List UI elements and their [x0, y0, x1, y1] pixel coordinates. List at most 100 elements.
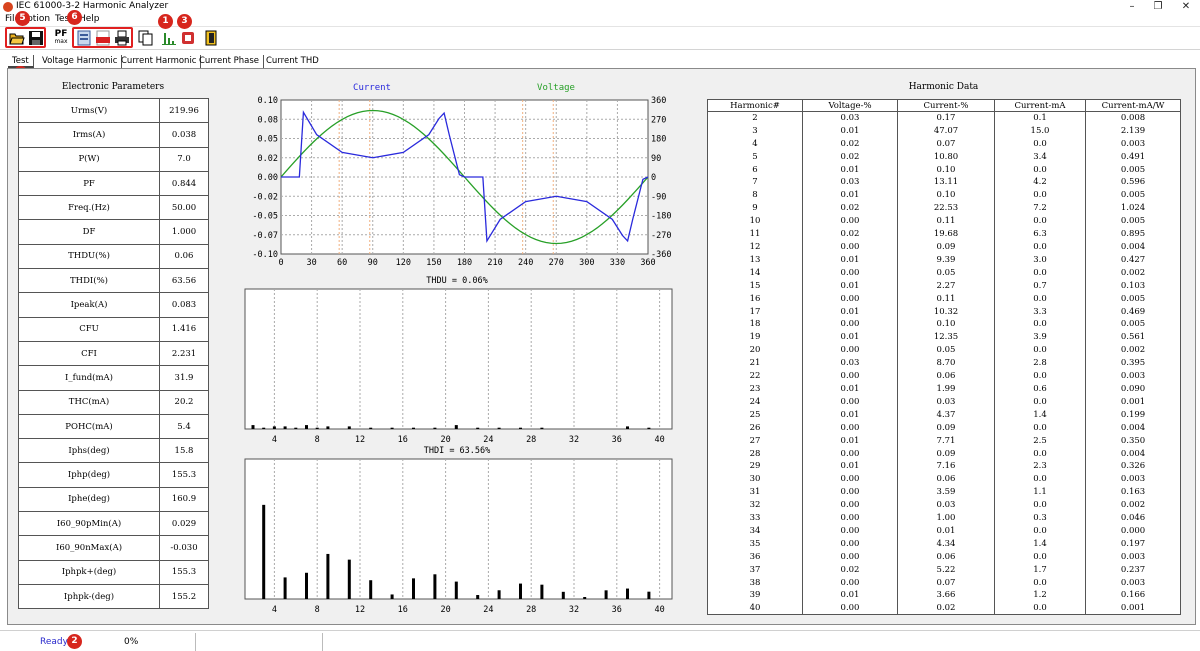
harmonic-cell: 7 — [707, 176, 803, 189]
minimize-button[interactable]: – — [1122, 0, 1142, 13]
harmonic-cell: 2 — [707, 111, 803, 125]
status-text: Ready — [40, 637, 68, 647]
tab-current-phase[interactable]: Current Phase — [195, 55, 265, 68]
harmonic-row: 31 0.00 3.59 1.1 0.163 — [707, 485, 1181, 499]
harmonic-cell: 0.0 — [994, 447, 1086, 460]
harmonic-cell: 0.00 — [802, 485, 898, 499]
params-table: Urms(V) 219.96 Irms(A) 0.038 P(W) 7.0 PF 0.844 F… — [18, 97, 209, 610]
harmonic-cell: 0.02 — [802, 563, 898, 577]
harmonic-cell: 0.004 — [1085, 240, 1181, 254]
stop-test-button[interactable] — [180, 30, 196, 46]
param-row: THC(mA) 20.2 — [18, 389, 209, 415]
harmonic-row: 13 0.01 9.39 3.0 0.427 — [707, 253, 1181, 267]
progress-text: 0% — [124, 637, 139, 647]
harmonic-cell: 0.0 — [994, 318, 1086, 331]
harmonic-cell: 0.197 — [1085, 537, 1181, 551]
harmonic-cell: 0.103 — [1085, 279, 1181, 293]
harmonic-cell: 0.01 — [802, 434, 898, 448]
badge-5: 5 — [15, 11, 30, 26]
harmonic-cell: 0.003 — [1085, 137, 1181, 151]
x-tick-label: 28 — [526, 605, 536, 615]
y-left-tick-label: 0.10 — [258, 96, 278, 106]
harmonic-cell: 0.02 — [802, 150, 898, 164]
harmonic-cell: 2.27 — [897, 279, 995, 293]
start-test-button[interactable] — [161, 30, 177, 46]
copy-button[interactable] — [138, 30, 154, 46]
param-name: THDU(%) — [18, 243, 160, 270]
param-row: POHC(mA) 5.4 — [18, 413, 209, 440]
param-value: 1.416 — [159, 316, 209, 342]
param-value: 0.029 — [159, 511, 209, 537]
exit-button[interactable] — [203, 30, 219, 46]
param-value: 155.2 — [159, 583, 209, 610]
pf-max-button[interactable]: PF max — [52, 30, 70, 46]
harmonic-cell: 0.09 — [897, 240, 995, 254]
harmonic-bar — [251, 425, 255, 429]
maximize-button[interactable]: ❐ — [1148, 0, 1168, 13]
harmonic-bar — [315, 427, 319, 429]
harmonic-bar — [326, 553, 330, 599]
harmonic-cell: 13.11 — [897, 176, 995, 189]
tab-current-thd[interactable]: Current THD — [262, 55, 323, 68]
chart-title: THDU = 0.06% — [426, 276, 487, 286]
harmonic-cell: 0.0 — [994, 343, 1086, 357]
harmonic-cell: 0.00 — [802, 550, 898, 564]
pf-sub-label: max — [54, 38, 68, 45]
param-name: DF — [18, 219, 160, 245]
harmonic-cell: 0.01 — [802, 163, 898, 177]
harmonic-cell: 0.11 — [897, 292, 995, 306]
harmonic-bar — [369, 427, 373, 429]
chart-title: THDI = 63.56% — [424, 446, 491, 456]
app-logo-icon — [3, 2, 13, 12]
harmonic-cell: 0.6 — [994, 382, 1086, 396]
param-value: 20.2 — [159, 389, 209, 415]
param-name: CFI — [18, 340, 160, 367]
harmonic-cell: 0.0 — [994, 292, 1086, 306]
harmonic-bar — [283, 577, 287, 599]
harmonic-bar — [347, 559, 351, 599]
harmonic-cell: 0.07 — [897, 137, 995, 151]
param-row: THDU(%) 0.06 — [18, 243, 209, 270]
harmonic-cell: 0.395 — [1085, 356, 1181, 370]
harmonic-cell: 0.0 — [994, 240, 1086, 254]
harmonic-cell: 0.008 — [1085, 111, 1181, 125]
harmonic-cell: 0.005 — [1085, 292, 1181, 306]
tab-current-harmonic[interactable]: Current Harmonic — [117, 55, 202, 68]
highlight-box-file — [5, 27, 46, 48]
x-tick-label: 150 — [426, 258, 441, 268]
harmonic-cell: 0.06 — [897, 472, 995, 486]
param-row: CFI 2.231 — [18, 340, 209, 367]
harmonic-cell: 0.0 — [994, 498, 1086, 512]
window-title: IEC 61000-3-2 Harmonic Analyzer — [16, 1, 169, 11]
param-value: -0.030 — [159, 535, 209, 561]
harmonic-cell: 0.00 — [802, 601, 898, 616]
param-row: P(W) 7.0 — [18, 146, 209, 172]
harmonic-row: 39 0.01 3.66 1.2 0.166 — [707, 589, 1181, 602]
harmonic-row: 30 0.00 0.06 0.0 0.003 — [707, 472, 1181, 486]
close-button[interactable]: ✕ — [1176, 0, 1196, 13]
harmonic-bar — [272, 426, 276, 429]
harmonic-cell: 0.01 — [802, 188, 898, 202]
param-value: 160.9 — [159, 486, 209, 513]
tab-voltage-harmonic[interactable]: Voltage Harmonic — [38, 55, 123, 68]
harmonic-cell: 0.0 — [994, 395, 1086, 409]
param-value: 15.8 — [159, 438, 209, 464]
harmonic-cell: 22.53 — [897, 201, 995, 215]
param-name: I60_90pMin(A) — [18, 511, 160, 537]
harmonic-row: 32 0.00 0.03 0.0 0.002 — [707, 498, 1181, 512]
harmonic-cell: 14 — [707, 266, 803, 280]
harmonic-cell: 24 — [707, 395, 803, 409]
harmonic-row: 29 0.01 7.16 2.3 0.326 — [707, 459, 1181, 473]
harmonic-bar — [347, 426, 351, 429]
harmonic-bar — [454, 425, 458, 429]
param-value: 155.3 — [159, 462, 209, 488]
highlight-box-report — [72, 27, 133, 48]
harmonic-bar — [390, 427, 394, 429]
harmonic-cell: 0.00 — [802, 318, 898, 331]
menu-help[interactable]: Help — [79, 14, 100, 24]
harmonic-cell: 0.11 — [897, 214, 995, 228]
y-left-tick-label: 0.00 — [258, 173, 278, 183]
harmonic-cell: 0.002 — [1085, 498, 1181, 512]
harmonic-cell: 3.4 — [994, 150, 1086, 164]
harmonic-cell: 0.02 — [802, 227, 898, 241]
